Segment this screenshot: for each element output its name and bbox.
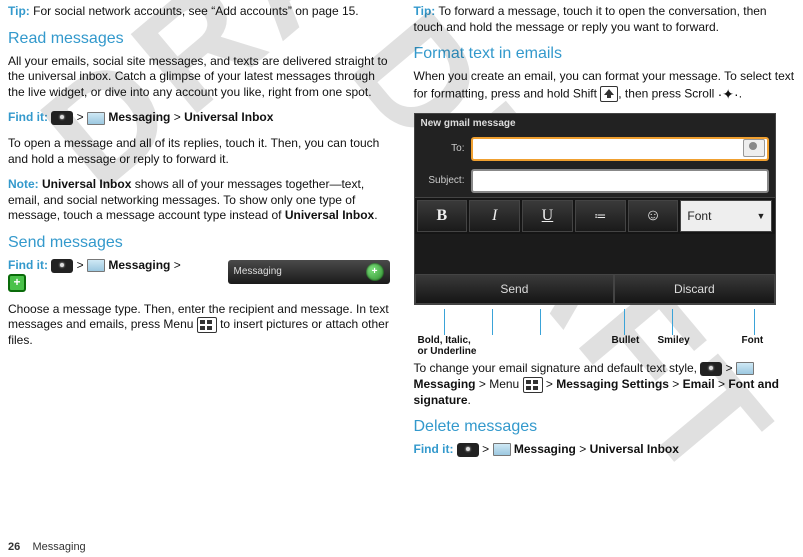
tip-label: Tip:	[8, 4, 30, 18]
section-name: Messaging	[32, 541, 85, 553]
universal-inbox-label: Universal Inbox	[184, 110, 273, 124]
tip-text: For social network accounts, see “Add ac…	[30, 4, 359, 18]
menu-label: Menu	[489, 377, 519, 391]
messaging-label: Messaging	[511, 442, 576, 456]
messaging-settings-label: Messaging Settings	[556, 377, 669, 391]
bold-button[interactable]: B	[417, 200, 468, 232]
note-ui-bold: Universal Inbox	[39, 177, 132, 191]
contact-picker-icon[interactable]	[743, 139, 765, 157]
page-footer: 26 Messaging	[8, 541, 86, 553]
format-c: .	[739, 86, 742, 100]
heading-send-messages: Send messages	[8, 234, 390, 252]
note-ui-bold-2: Universal Inbox	[285, 208, 374, 222]
tip-social: Tip: For social network accounts, see “A…	[8, 4, 390, 20]
right-column: Tip: To forward a message, touch it to o…	[414, 0, 796, 468]
bullet-list-button[interactable]: ≔	[575, 200, 626, 232]
choose-message-type: Choose a message type. Then, enter the r…	[8, 302, 390, 349]
page-number: 26	[8, 541, 20, 553]
callout-smiley: Smiley	[658, 335, 690, 346]
format-toolbar: B I U ≔ ☺ Font	[415, 197, 775, 234]
messaging-icon	[87, 112, 105, 125]
shift-key-icon	[600, 86, 618, 102]
findit-label-2: Find it:	[8, 258, 48, 272]
findit-label-3: Find it:	[414, 442, 454, 456]
scroll-key-icon: ·✦·	[718, 85, 739, 103]
compose-titlebar: New gmail message	[415, 114, 775, 133]
compose-strip-label: Messaging	[234, 266, 282, 277]
callout-bullet: Bullet	[612, 335, 640, 346]
tip-forward: Tip: To forward a message, touch it to o…	[414, 4, 796, 35]
compose-new-icon: +	[8, 274, 26, 292]
note-universal-inbox: Note: Universal Inbox shows all of your …	[8, 177, 390, 224]
menu-icon	[197, 317, 217, 333]
callout-biu: Bold, Italic, or Underline	[418, 335, 477, 357]
italic-button[interactable]: I	[469, 200, 520, 232]
callout-font: Font	[742, 335, 764, 346]
messaging-icon	[87, 259, 105, 272]
open-message-body: To open a message and all of its replies…	[8, 136, 390, 167]
messaging-label: Messaging	[105, 258, 170, 272]
font-label: Font	[687, 209, 711, 223]
font-dropdown[interactable]: Font	[680, 200, 772, 232]
launcher-icon	[51, 259, 73, 273]
messaging-label: Messaging	[105, 110, 170, 124]
heading-read-messages: Read messages	[8, 30, 390, 48]
read-body: All your emails, social site messages, a…	[8, 54, 390, 101]
left-column: Tip: For social network accounts, see “A…	[8, 0, 390, 468]
format-body: When you create an email, you can format…	[414, 69, 796, 103]
change-signature: To change your email signature and defau…	[414, 361, 796, 408]
messaging-icon	[736, 362, 754, 375]
change-a: To change your email signature and defau…	[414, 361, 701, 375]
heading-format-text: Format text in emails	[414, 45, 796, 63]
callout-labels: Bold, Italic, or Underline Bullet Smiley…	[414, 309, 796, 357]
note-label: Note:	[8, 177, 39, 191]
email-label: Email	[683, 377, 715, 391]
menu-icon	[523, 377, 543, 393]
messaging-label: Messaging	[414, 377, 476, 391]
launcher-icon	[51, 111, 73, 125]
to-label: To:	[421, 143, 465, 154]
launcher-icon	[700, 362, 722, 376]
message-body-field[interactable]	[415, 234, 775, 274]
messaging-icon	[493, 443, 511, 456]
format-b: , then press Scroll	[618, 86, 717, 100]
send-button[interactable]: Send	[415, 274, 615, 304]
universal-inbox-label: Universal Inbox	[590, 442, 679, 456]
heading-delete-messages: Delete messages	[414, 418, 796, 436]
smiley-button[interactable]: ☺	[628, 200, 679, 232]
findit-delete: Find it: > Messaging > Universal Inbox	[414, 442, 796, 458]
to-field[interactable]	[471, 137, 769, 161]
launcher-icon	[457, 443, 479, 457]
note-text-end: .	[374, 208, 377, 222]
tip-label: Tip:	[414, 4, 436, 18]
subject-label: Subject:	[421, 175, 465, 186]
underline-button[interactable]: U	[522, 200, 573, 232]
discard-button[interactable]: Discard	[614, 274, 774, 304]
compose-strip: Messaging +	[228, 260, 390, 284]
compose-plus-icon: +	[366, 263, 384, 281]
subject-field[interactable]	[471, 169, 769, 193]
tip-text: To forward a message, touch it to open t…	[414, 4, 767, 34]
compose-screenshot: New gmail message To: Subject: B I U ≔ ☺…	[414, 113, 776, 305]
findit-universal-inbox: Find it: > Messaging > Universal Inbox	[8, 110, 390, 126]
findit-label: Find it:	[8, 110, 48, 124]
